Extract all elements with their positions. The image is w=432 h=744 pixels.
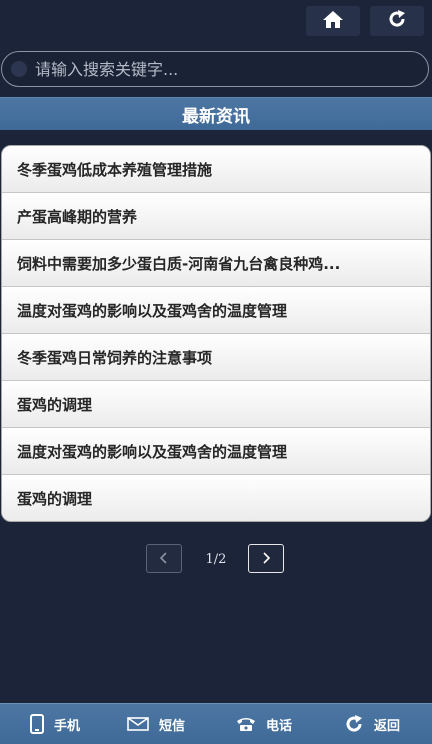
news-item[interactable]: 冬季蛋鸡日常饲养的注意事项 bbox=[2, 333, 430, 380]
mobile-icon bbox=[30, 714, 44, 734]
news-item[interactable]: 饲料中需要加多少蛋白质-河南省九台禽良种鸡... bbox=[2, 239, 430, 286]
news-list: 冬季蛋鸡低成本养殖管理措施 产蛋高峰期的营养 饲料中需要加多少蛋白质-河南省九台… bbox=[1, 145, 431, 522]
page-indicator: 1/2 bbox=[205, 552, 227, 567]
footer-back-button[interactable]: 返回 bbox=[344, 704, 400, 744]
refresh-button[interactable] bbox=[370, 6, 424, 36]
section-title: 最新资讯 bbox=[0, 97, 432, 130]
news-item[interactable]: 温度对蛋鸡的影响以及蛋鸡舍的温度管理 bbox=[2, 286, 430, 333]
top-bar bbox=[0, 0, 432, 46]
footer-bar: 手机 短信 电话 返回 bbox=[0, 703, 432, 744]
footer-phone-button[interactable]: 手机 bbox=[30, 704, 80, 744]
footer-call-button[interactable]: 电话 bbox=[236, 704, 292, 744]
pagination: 1/2 bbox=[0, 544, 432, 575]
news-item[interactable]: 蛋鸡的调理 bbox=[2, 474, 430, 521]
refresh-icon bbox=[387, 9, 407, 33]
home-button[interactable] bbox=[306, 6, 360, 36]
home-icon bbox=[322, 9, 344, 33]
footer-sms-button[interactable]: 短信 bbox=[127, 704, 185, 744]
news-item[interactable]: 蛋鸡的调理 bbox=[2, 380, 430, 427]
footer-back-label: 返回 bbox=[374, 718, 401, 734]
news-item[interactable]: 温度对蛋鸡的影响以及蛋鸡舍的温度管理 bbox=[2, 427, 430, 474]
chevron-right-icon bbox=[261, 549, 271, 568]
mail-icon bbox=[127, 717, 149, 731]
prev-page-button[interactable] bbox=[146, 544, 182, 573]
news-item[interactable]: 冬季蛋鸡低成本养殖管理措施 bbox=[2, 146, 430, 192]
footer-call-label: 电话 bbox=[266, 718, 293, 734]
search-input[interactable] bbox=[33, 58, 397, 80]
telephone-icon bbox=[236, 716, 256, 732]
search-bar bbox=[1, 51, 429, 87]
search-icon bbox=[11, 61, 27, 77]
chevron-left-icon bbox=[159, 549, 169, 568]
footer-phone-label: 手机 bbox=[54, 718, 81, 734]
news-item[interactable]: 产蛋高峰期的营养 bbox=[2, 192, 430, 239]
back-arrow-icon bbox=[344, 714, 364, 734]
next-page-button[interactable] bbox=[248, 544, 284, 573]
footer-sms-label: 短信 bbox=[159, 718, 186, 734]
